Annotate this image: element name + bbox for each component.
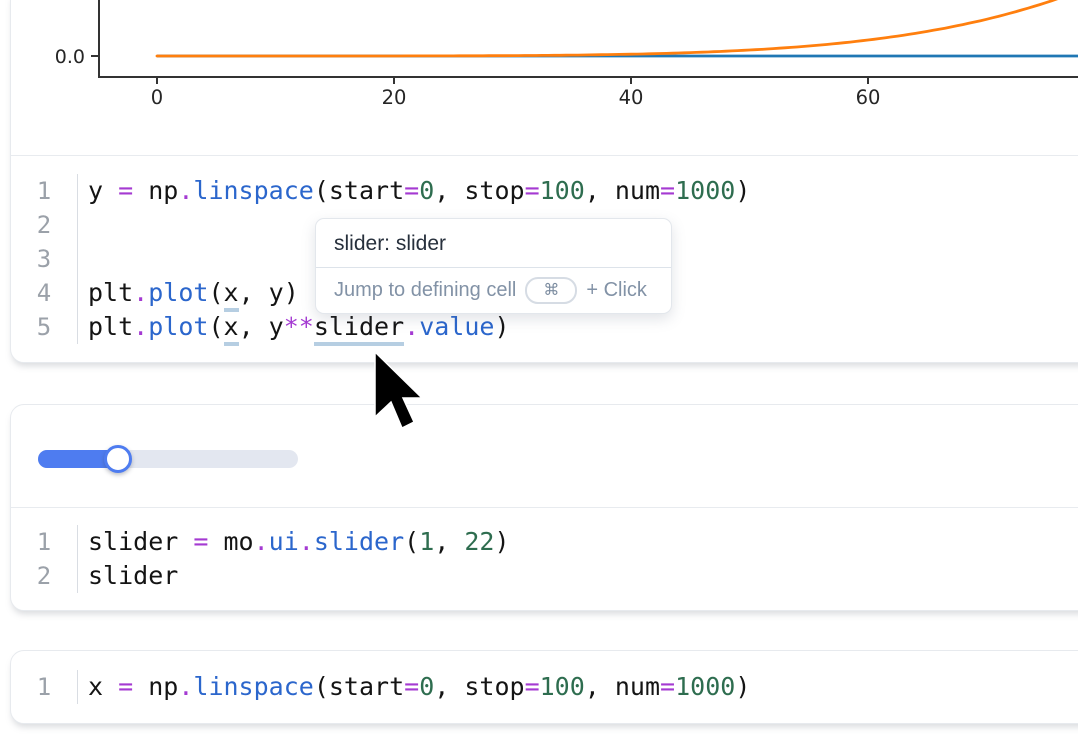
variable-link[interactable]: slider [314,312,404,346]
svg-text:40: 40 [619,86,644,109]
code-line[interactable]: 1slider = mo.ui.slider(1, 22) [11,525,1078,559]
variable-link[interactable]: x [224,312,239,346]
code-text: x = np.linspace(start=0, stop=100, num=1… [78,670,750,704]
svg-text:0.0: 0.0 [55,46,85,68]
code-editor-slider[interactable]: 1slider = mo.ui.slider(1, 22)2slider [11,508,1078,610]
code-text [78,242,88,276]
code-line[interactable]: 1y = np.linspace(start=0, stop=100, num=… [11,174,1078,208]
code-editor-x[interactable]: 1x = np.linspace(start=0, stop=100, num=… [11,651,1078,723]
slider-output [11,405,1078,507]
svg-text:0: 0 [151,86,163,109]
line-number: 2 [11,559,78,593]
code-text: plt.plot(x, y) [78,276,299,310]
tooltip-footer: Jump to defining cell ⌘ + Click [316,267,671,313]
code-text: slider [78,559,178,593]
variable-tooltip: slider: slider Jump to defining cell ⌘ +… [315,218,672,314]
svg-text:60: 60 [856,86,881,109]
variable-link[interactable]: x [224,278,239,312]
command-key-icon: ⌘ [525,277,577,304]
notebook-page: 0.00204060 1y = np.linspace(start=0, sto… [0,0,1078,746]
slider-thumb[interactable] [104,445,132,473]
code-line[interactable]: 5plt.plot(x, y**slider.value) [11,310,1078,344]
code-text: plt.plot(x, y**slider.value) [78,310,510,344]
svg-text:20: 20 [382,86,407,109]
code-text [78,208,88,242]
line-number: 1 [11,670,78,704]
slider-track[interactable] [38,450,298,468]
plot-output: 0.0 0 20 40 60 [11,0,1078,155]
notebook-cell-x: 1x = np.linspace(start=0, stop=100, num=… [10,650,1078,724]
tooltip-action-label: Jump to defining cell [334,279,516,302]
line-number: 2 [11,208,78,242]
line-number: 3 [11,242,78,276]
matplotlib-figure: 0.0 0 20 40 60 [11,0,1078,155]
tooltip-click-hint: + Click [586,279,647,302]
line-number: 1 [11,525,78,559]
tooltip-title: slider: slider [316,219,671,267]
line-number: 1 [11,174,78,208]
code-line[interactable]: 1x = np.linspace(start=0, stop=100, num=… [11,670,1078,704]
mouse-cursor-icon [374,351,426,433]
code-text: slider = mo.ui.slider(1, 22) [78,525,510,559]
code-text: y = np.linspace(start=0, stop=100, num=1… [78,174,750,208]
line-number: 5 [11,310,78,344]
line-number: 4 [11,276,78,310]
notebook-cell-slider: 1slider = mo.ui.slider(1, 22)2slider [10,404,1078,611]
code-line[interactable]: 2slider [11,559,1078,593]
